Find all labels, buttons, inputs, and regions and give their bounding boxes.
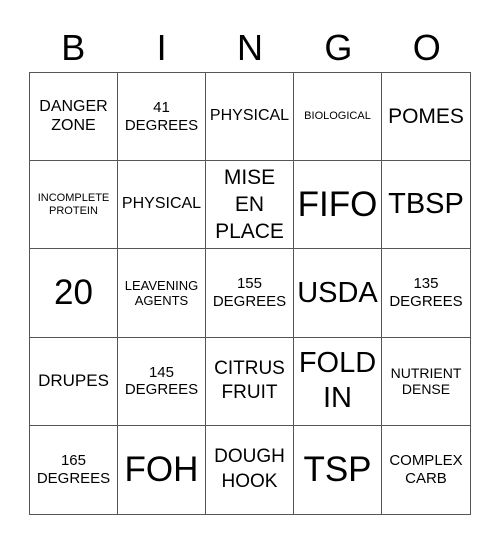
bingo-cell[interactable]: 165 DEGREES [30,425,118,514]
bingo-cell[interactable]: CITRUS FRUIT [206,337,294,426]
cell-text: FOH [124,450,199,490]
cell-text: 20 [54,273,93,313]
bingo-cell[interactable]: NUTRIENT DENSE [382,338,470,426]
bingo-cell[interactable]: 145 DEGREES [118,337,206,426]
bingo-cell[interactable]: FOH [118,425,206,514]
cell-text: INCOMPLETE PROTEIN [37,191,110,217]
cell-text: 145 DEGREES [124,363,199,399]
cell-text: DOUGH HOOK [214,446,285,492]
header-letter-n: N [236,27,263,68]
cell-text: FIFO [297,185,378,225]
bingo-cell[interactable]: POMES [382,73,470,162]
bingo-cell[interactable]: INCOMPLETE PROTEIN [30,161,118,250]
cell-text: DRUPES [38,371,109,391]
bingo-header: B I N G O [29,24,471,72]
cell-text: FOLD IN [298,347,377,415]
header-letter-o: O [412,27,441,68]
cell-text: POMES [388,104,464,128]
cell-text: MISE EN PLACE [215,165,284,244]
bingo-cell[interactable]: COMPLEX CARB [382,426,470,514]
cell-text: TBSP [388,188,464,221]
bingo-cell[interactable]: BIOLOGICAL [294,73,382,162]
bingo-cell[interactable]: MISE EN PLACE [206,161,294,250]
bingo-cell[interactable]: FOLD IN [294,337,382,426]
bingo-cell[interactable]: PHYSICAL [206,73,294,162]
cell-text: COMPLEX CARB [389,452,463,487]
cell-text: USDA [297,276,378,309]
bingo-cell[interactable]: 135 DEGREES [382,249,470,338]
cell-text: CITRUS FRUIT [214,357,285,404]
bingo-cell[interactable]: TSP [294,425,382,514]
cell-text: 135 DEGREES [389,275,463,310]
cell-text: NUTRIENT DENSE [390,364,462,398]
header-letter-g: G [324,27,353,68]
bingo-cell[interactable]: DOUGH HOOK [206,425,294,514]
cell-text: LEAVENING AGENTS [124,277,199,308]
header-letter-i: I [156,27,167,68]
cell-text: 155 DEGREES [212,275,287,310]
bingo-cell[interactable]: USDA [294,249,382,338]
bingo-cell[interactable]: FIFO [294,161,382,250]
bingo-cell[interactable]: 41 DEGREES [118,73,206,162]
bingo-cell[interactable]: DANGER ZONE [30,73,118,162]
bingo-cell[interactable]: 20 [30,249,118,338]
cell-text: PHYSICAL [121,195,202,213]
bingo-cell[interactable]: DRUPES [30,337,118,426]
bingo-cell[interactable]: 155 DEGREES [206,249,294,338]
bingo-cell[interactable]: LEAVENING AGENTS [118,249,206,338]
header-letter-b: B [61,27,86,68]
cell-text: TSP [303,450,372,490]
bingo-cell[interactable]: TBSP [382,161,470,250]
cell-text: DANGER ZONE [39,97,108,134]
cell-text: 165 DEGREES [36,452,111,487]
cell-text: BIOLOGICAL [304,110,371,123]
bingo-cell[interactable]: PHYSICAL [118,161,206,250]
cell-text: 41 DEGREES [124,98,199,134]
cell-text: PHYSICAL [209,107,290,125]
bingo-grid: DANGER ZONE 41 DEGREES PHYSICAL BIOLOGIC… [29,72,471,515]
